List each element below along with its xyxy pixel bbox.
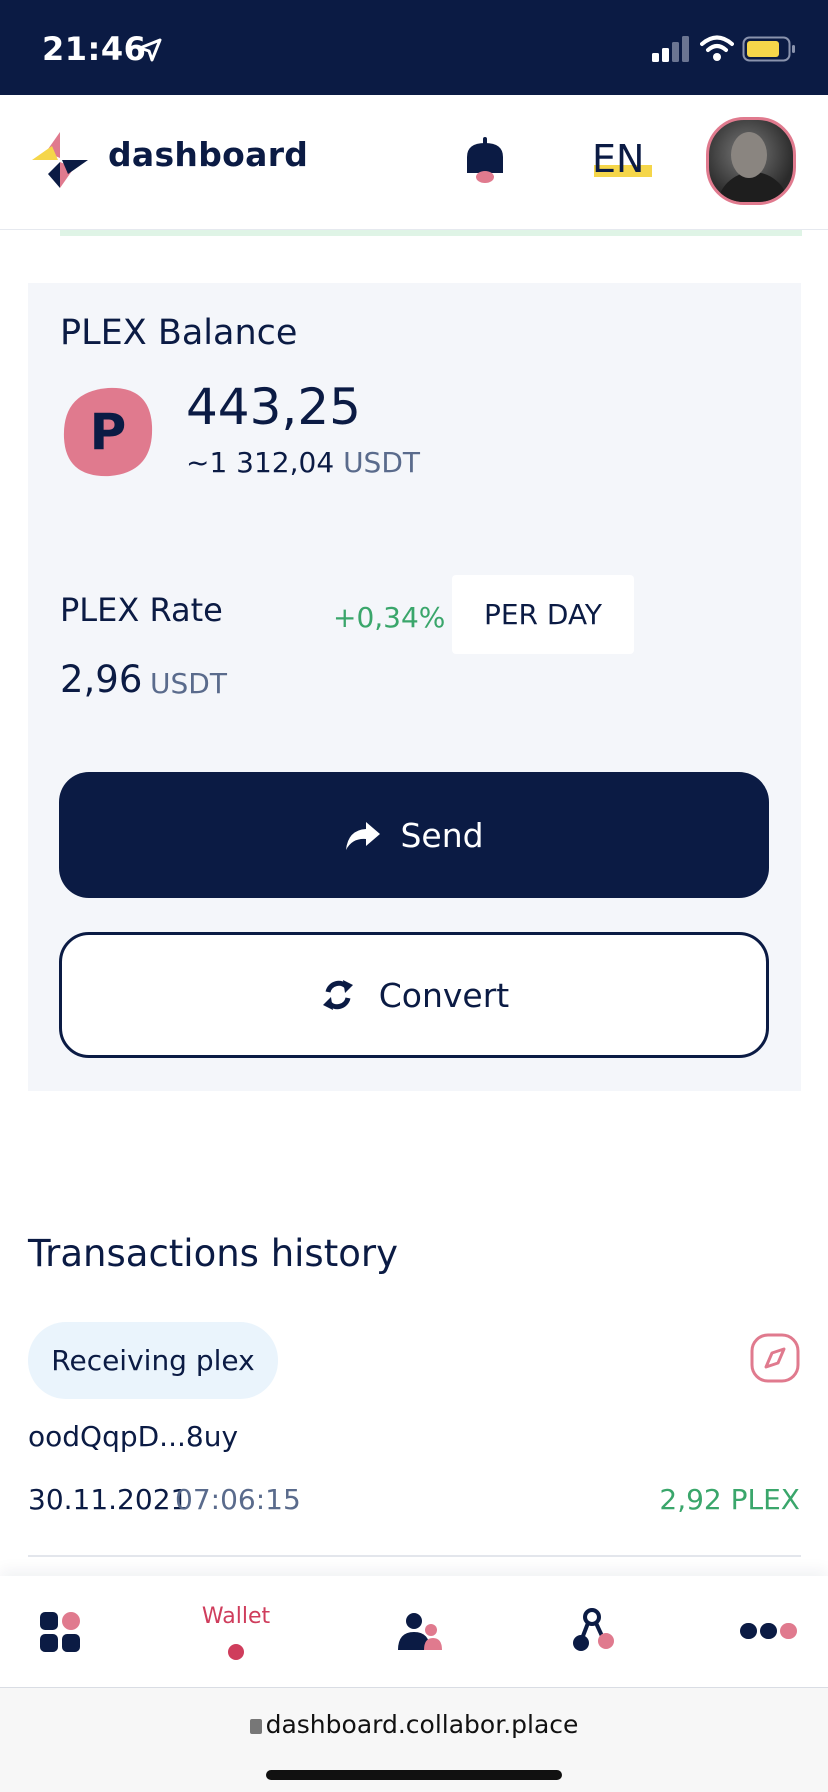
status-time: 21:46 bbox=[42, 30, 147, 68]
rate-value: 2,96 bbox=[60, 658, 143, 701]
share-arrow-icon bbox=[346, 822, 381, 850]
transaction-date: 30.11.2021 bbox=[28, 1483, 189, 1516]
nav-partners[interactable] bbox=[390, 1576, 450, 1688]
send-button[interactable]: Send bbox=[59, 772, 769, 898]
rate-unit: USDT bbox=[150, 667, 227, 700]
status-bar: 21:46 bbox=[0, 0, 828, 95]
coin-letter: P bbox=[89, 403, 127, 461]
app-name: dashboard bbox=[108, 135, 309, 174]
convert-button[interactable]: Convert bbox=[59, 932, 769, 1058]
battery-icon bbox=[742, 36, 795, 62]
bottom-navigation: Wallet bbox=[0, 1576, 828, 1688]
avatar-face bbox=[731, 132, 767, 178]
rate-change: +0,34% bbox=[333, 601, 446, 634]
address-bar[interactable]: dashboard.collabor.place bbox=[0, 1710, 828, 1739]
active-indicator-dot bbox=[228, 1644, 244, 1660]
convert-label: Convert bbox=[378, 975, 510, 1015]
notification-bell-icon[interactable] bbox=[463, 135, 507, 187]
home-indicator[interactable] bbox=[266, 1770, 562, 1780]
rate-label: PLEX Rate bbox=[60, 591, 223, 629]
language-switcher[interactable]: EN bbox=[592, 137, 644, 181]
transaction-hash[interactable]: oodQqpD...8uy bbox=[28, 1420, 238, 1453]
balance-card: PLEX Balance P 443,25 ~1 312,04 USDT PLE… bbox=[28, 283, 801, 1091]
network-icon bbox=[573, 1608, 614, 1651]
app-header: dashboard EN bbox=[0, 95, 828, 230]
more-dots-icon bbox=[740, 1623, 797, 1639]
cellular-signal-icon bbox=[652, 36, 689, 62]
balance-usdt-unit: USDT bbox=[343, 446, 420, 479]
nav-more[interactable] bbox=[730, 1576, 800, 1688]
transaction-type-badge: Receiving plex bbox=[28, 1322, 278, 1399]
transaction-divider bbox=[28, 1555, 801, 1557]
balance-usdt-value: ~1 312,04 bbox=[186, 446, 335, 479]
nav-wallet-label: Wallet bbox=[201, 1604, 271, 1629]
lock-icon bbox=[249, 1719, 262, 1734]
dashboard-grid-icon bbox=[40, 1612, 80, 1652]
user-avatar[interactable] bbox=[706, 117, 796, 205]
nav-dashboard[interactable] bbox=[30, 1576, 90, 1688]
url-text: dashboard.collabor.place bbox=[265, 1710, 579, 1739]
explorer-compass-icon[interactable] bbox=[750, 1333, 800, 1383]
wifi-icon bbox=[700, 35, 734, 61]
browser-bar: dashboard.collabor.place bbox=[0, 1688, 828, 1792]
transactions-title: Transactions history bbox=[28, 1232, 398, 1275]
nav-structure[interactable] bbox=[566, 1576, 626, 1688]
nav-wallet[interactable]: Wallet bbox=[186, 1576, 286, 1688]
balance-title: PLEX Balance bbox=[60, 313, 298, 353]
send-label: Send bbox=[400, 815, 484, 855]
transaction-time: 07:06:15 bbox=[175, 1483, 301, 1516]
balance-amount: 443,25 bbox=[186, 378, 361, 436]
refresh-icon bbox=[322, 980, 353, 1010]
location-arrow-icon bbox=[138, 38, 162, 62]
people-icon bbox=[398, 1613, 442, 1650]
notice-strip bbox=[60, 230, 802, 236]
transaction-amount: 2,92 PLEX bbox=[659, 1483, 800, 1516]
balance-usdt-equivalent: ~1 312,04 USDT bbox=[186, 446, 420, 479]
logo-icon[interactable] bbox=[30, 130, 90, 190]
period-selector-button[interactable]: PER DAY bbox=[452, 575, 634, 654]
